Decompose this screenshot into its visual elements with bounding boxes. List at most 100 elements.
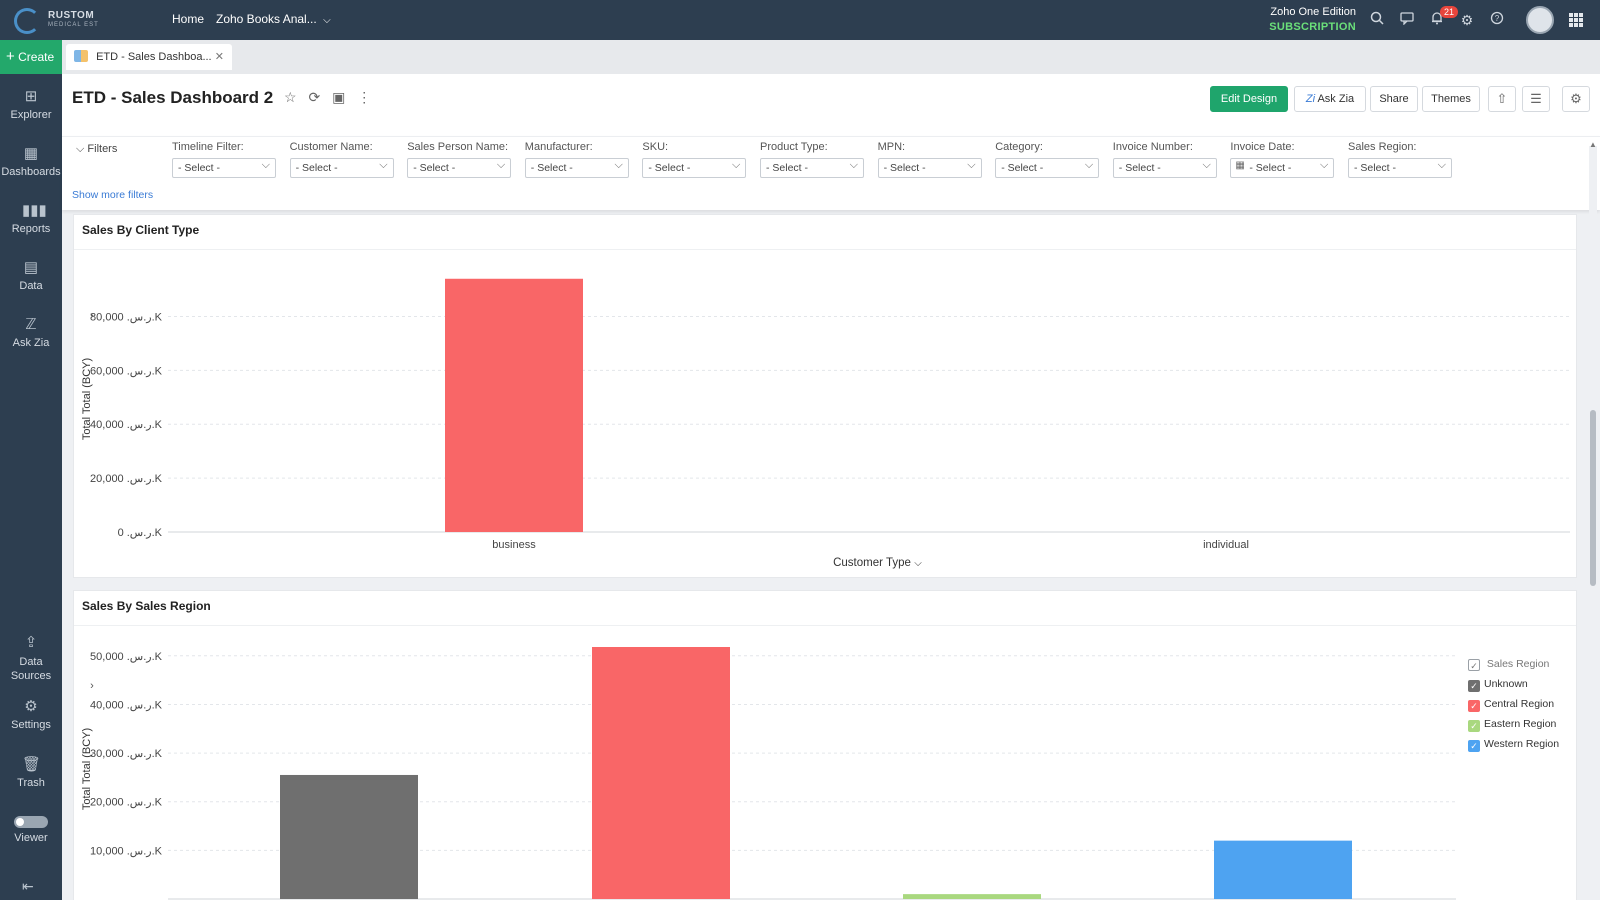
viewer-toggle[interactable]: Viewer (0, 816, 62, 844)
filter-group: Invoice Date: - Select -▦ (1230, 141, 1335, 178)
legend-swatch: ✓ (1468, 700, 1480, 712)
y-tick-label: 40,000 .ر.س.K (90, 699, 163, 711)
filter-label: Sales Region: (1348, 141, 1417, 153)
filter-select[interactable]: - Select - (995, 156, 1100, 178)
tab-strip: ETD - Sales Dashboa... ✕ (62, 40, 1600, 74)
filter-label: Sales Person Name: (407, 141, 509, 153)
create-label: Create (18, 50, 55, 64)
chat-icon[interactable] (1398, 11, 1416, 29)
filter-label: Category: (995, 141, 1043, 153)
bar-central-region[interactable] (592, 647, 730, 899)
plus-icon: + (6, 48, 15, 65)
page-title: ETD - Sales Dashboard 2 (72, 88, 274, 107)
sidebar-item-label: Dashboards (1, 166, 61, 178)
y-tick-label: 50,000 .ر.س.K (90, 651, 163, 663)
tab-sales-dashboard[interactable]: ETD - Sales Dashboa... ✕ (66, 44, 232, 70)
show-more-filters-link[interactable]: Show more filters (72, 189, 153, 201)
ask-zia-label: Ask Zia (1317, 93, 1355, 105)
toggle-icon (14, 816, 48, 828)
company-logo[interactable]: RUSTOM MEDICAL EST (14, 6, 104, 34)
dashboard-icon (74, 50, 88, 62)
filter-label: SKU: (642, 141, 669, 153)
bar-unknown[interactable] (280, 774, 418, 899)
y-tick-label: 30,000 .ر.س.K (90, 748, 163, 760)
filters-label: Filters (87, 143, 118, 155)
search-icon[interactable] (1368, 11, 1386, 29)
sidebar-item-dashboards[interactable]: ▦ Dashboards (0, 145, 62, 178)
refresh-icon[interactable]: ⟳ (308, 89, 320, 105)
filter-group: Sales Person Name: - Select - (407, 141, 512, 178)
sidebar-item-ask-zia[interactable]: ℤ Ask Zia (0, 316, 62, 349)
logo-line1: RUSTOM (48, 10, 95, 21)
comments-icon[interactable]: ☰ (1522, 86, 1550, 112)
chevron-right-icon: › (90, 680, 94, 692)
scroll-up-icon[interactable]: ▲ (1589, 140, 1597, 149)
y-tick-label: 10,000 .ر.س.K (90, 845, 163, 857)
avatar[interactable] (1526, 6, 1554, 34)
filter-select[interactable]: - Select - (1348, 156, 1452, 178)
scrollbar-thumb[interactable] (1590, 410, 1596, 586)
legend-item[interactable]: ✓ Eastern Region (1468, 717, 1559, 737)
nav-home[interactable]: Home (172, 12, 204, 26)
export-icon[interactable]: ⇧ (1488, 86, 1516, 112)
bar-western-region[interactable] (1214, 840, 1352, 899)
bar-eastern-region[interactable] (903, 894, 1041, 899)
subscription-link[interactable]: SUBSCRIPTION (1269, 20, 1356, 35)
trash-icon: 🗑 (22, 756, 42, 773)
sidebar-item-data-sources[interactable]: ⇪ Data Sources (0, 634, 62, 683)
legend-item[interactable]: ✓ Central Region (1468, 697, 1559, 717)
star-icon[interactable]: ☆ (284, 89, 297, 105)
create-button[interactable]: + Create (0, 40, 62, 74)
filter-select[interactable]: - Select - (1112, 156, 1217, 178)
apps-grid-icon[interactable] (1569, 13, 1583, 27)
y-tick-label: 0 .ر.س.K (118, 527, 163, 539)
dashboards-icon: ▦ (23, 145, 39, 162)
save-icon[interactable]: ▣ (332, 89, 345, 105)
close-icon[interactable]: ✕ (215, 44, 224, 70)
sidebar-item-reports[interactable]: ▮▮▮ Reports (0, 202, 62, 235)
client-type-chart: 0 .ر.س.K 20,000 .ر.س.K 40,000 .ر.س.K 60,000… (81, 278, 1570, 569)
filter-select[interactable]: - Select - (524, 156, 629, 178)
settings-icon[interactable]: ⚙ (1562, 86, 1590, 112)
filter-select[interactable]: - Select - (1230, 156, 1335, 178)
edit-design-button[interactable]: Edit Design (1210, 86, 1288, 112)
y-axis-label: Total Total (BCY) (81, 728, 93, 810)
sidebar-item-label: Data Sources (10, 656, 52, 682)
filter-select[interactable]: - Select - (289, 156, 394, 178)
filter-select[interactable]: - Select - (407, 156, 512, 178)
chevron-down-icon: ⌵ (76, 143, 85, 155)
sidebar-item-trash[interactable]: 🗑 Trash (0, 756, 62, 789)
svg-text:?: ? (1495, 14, 1500, 23)
legend-header[interactable]: ✓ Sales Region (1468, 657, 1559, 677)
sidebar-item-settings[interactable]: ⚙ Settings (0, 698, 62, 731)
filters-toggle[interactable]: ⌵ Filters (76, 143, 117, 156)
bar-business[interactable] (445, 278, 583, 532)
chevron-down-icon: ⌵ (323, 15, 331, 26)
share-button[interactable]: Share (1370, 86, 1418, 112)
gear-icon[interactable]: ⚙ (1458, 11, 1476, 29)
collapse-sidebar-icon[interactable]: ⇤ (22, 878, 34, 895)
themes-button[interactable]: Themes (1422, 86, 1480, 112)
legend-item[interactable]: ✓ Unknown (1468, 677, 1559, 697)
workspace-dropdown[interactable]: Zoho Books Anal... ⌵ (216, 12, 331, 26)
legend-title: Sales Region (1486, 658, 1550, 670)
filter-select[interactable]: - Select - (760, 156, 864, 178)
more-icon[interactable]: ⋮ (357, 89, 371, 105)
filter-label: Invoice Number: (1112, 141, 1193, 153)
filter-label: Timeline Filter: (172, 141, 244, 153)
chevron-right-icon: › (90, 310, 94, 322)
sidebar-item-label: Ask Zia (12, 337, 50, 349)
filter-group: Customer Name: - Select - (289, 141, 394, 178)
filter-select[interactable]: - Select - (642, 156, 747, 178)
help-icon[interactable]: ? (1488, 11, 1506, 29)
page-scrollbar[interactable]: ▲ (1589, 140, 1597, 900)
sidebar-item-label: Reports (11, 223, 51, 235)
sidebar-item-explorer[interactable]: ⊞ Explorer (0, 88, 62, 121)
sidebar-item-data[interactable]: ▤ Data (0, 259, 62, 292)
filter-select[interactable]: - Select - (172, 156, 276, 178)
filter-select[interactable]: - Select - (877, 156, 982, 178)
legend-label: Western Region (1484, 738, 1560, 750)
legend-item[interactable]: ✓ Western Region (1468, 737, 1559, 757)
filter-group: Manufacturer: - Select - (524, 141, 629, 178)
ask-zia-button[interactable]: Zi Ask Zia (1294, 86, 1366, 112)
